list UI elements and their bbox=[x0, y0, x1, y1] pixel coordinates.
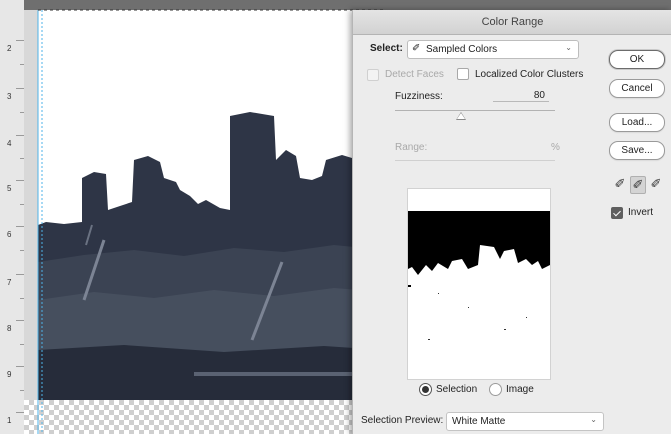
fuzziness-field[interactable]: 80 bbox=[493, 90, 549, 102]
selection-radio[interactable] bbox=[419, 383, 432, 396]
fuzziness-slider-thumb[interactable] bbox=[456, 112, 466, 120]
select-dropdown[interactable]: ✐ Sampled Colors ⌄ bbox=[407, 40, 579, 59]
ruler-label: 4 bbox=[7, 139, 12, 148]
ruler-label: 5 bbox=[7, 184, 12, 193]
invert-checkbox[interactable] bbox=[611, 207, 623, 219]
detect-faces-label: Detect Faces bbox=[385, 69, 444, 80]
chevron-down-icon: ⌄ bbox=[565, 43, 572, 52]
vertical-ruler[interactable]: 2 3 4 5 6 7 8 9 1 bbox=[0, 0, 25, 434]
document-canvas[interactable] bbox=[24, 0, 384, 434]
image-radio[interactable] bbox=[489, 383, 502, 396]
localized-color-clusters-label: Localized Color Clusters bbox=[475, 69, 584, 80]
selection-preview-dropdown[interactable]: White Matte ⌄ bbox=[446, 412, 604, 431]
dialog-titlebar[interactable]: Color Range bbox=[353, 10, 671, 35]
selection-preview bbox=[407, 188, 551, 380]
ruler-label: 1 bbox=[7, 416, 12, 425]
image-radio-label: Image bbox=[506, 384, 534, 395]
eyedropper-plus-icon[interactable]: ✐ bbox=[630, 176, 646, 194]
range-slider-track[interactable] bbox=[395, 160, 555, 161]
selection-mask-image bbox=[408, 189, 550, 379]
selection-preview-value: White Matte bbox=[452, 416, 506, 427]
load-button[interactable]: Load... bbox=[609, 113, 665, 132]
save-button[interactable]: Save... bbox=[609, 141, 665, 160]
selection-radio-label: Selection bbox=[436, 384, 478, 395]
select-value: Sampled Colors bbox=[426, 44, 498, 55]
eyedropper-icon: ✐ bbox=[412, 43, 421, 54]
color-range-dialog: Color Range Select: ✐ Sampled Colors ⌄ D… bbox=[352, 10, 671, 434]
ruler-label: 8 bbox=[7, 324, 12, 333]
ok-button[interactable]: OK bbox=[609, 50, 665, 69]
ruler-label: 3 bbox=[7, 92, 12, 101]
chevron-down-icon: ⌄ bbox=[590, 415, 597, 424]
range-label: Range: bbox=[395, 142, 428, 153]
detect-faces-checkbox[interactable] bbox=[367, 69, 379, 81]
fuzziness-slider-track[interactable] bbox=[395, 110, 555, 111]
ruler-label: 7 bbox=[7, 278, 12, 287]
select-label: Select: bbox=[370, 43, 403, 54]
range-unit: % bbox=[551, 142, 560, 153]
invert-label: Invert bbox=[628, 207, 654, 218]
dialog-title: Color Range bbox=[481, 16, 544, 28]
ruler-label: 2 bbox=[7, 44, 12, 53]
eyedropper-icon[interactable]: ✐ bbox=[613, 176, 627, 192]
ruler-label: 9 bbox=[7, 370, 12, 379]
ruler-label: 6 bbox=[7, 230, 12, 239]
city-photo bbox=[24, 0, 384, 434]
selection-preview-label: Selection Preview: bbox=[361, 415, 444, 426]
fuzziness-label: Fuzziness: bbox=[395, 91, 443, 102]
localized-color-clusters-checkbox[interactable] bbox=[457, 68, 469, 80]
eyedropper-minus-icon[interactable]: ✐ bbox=[649, 176, 663, 192]
cancel-button[interactable]: Cancel bbox=[609, 79, 665, 98]
